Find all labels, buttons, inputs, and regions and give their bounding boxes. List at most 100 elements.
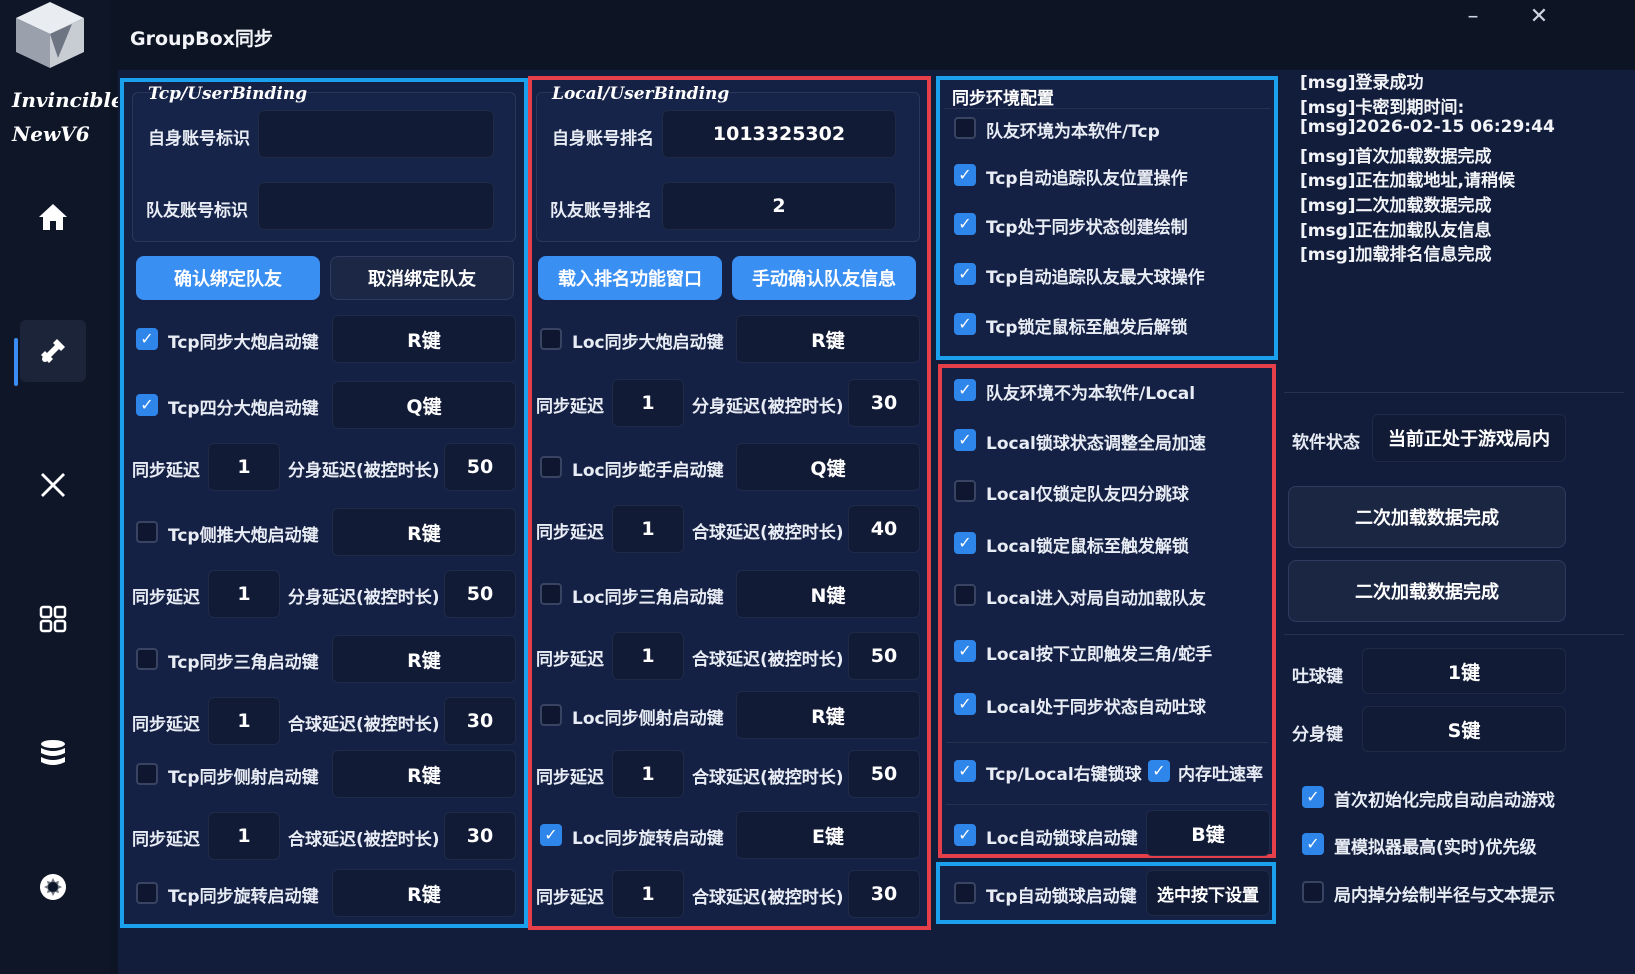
local-delay-input[interactable]: 1 [612,379,684,427]
right-key-lock-checkbox[interactable] [954,760,976,782]
local-row-checkbox[interactable] [540,704,562,726]
tcp-delay-input[interactable]: 1 [208,443,280,491]
tcp-self-input[interactable] [258,110,494,158]
local-delay2-label: 合球延迟(被控时长) [692,650,844,670]
local-env-option-checkbox[interactable] [954,429,976,451]
load-rank-button[interactable]: 载入排名功能窗口 [538,256,722,300]
tcp-row-key[interactable]: R键 [332,315,516,363]
tcp-self-label: 自身账号标识 [148,129,250,149]
auto-lock-key[interactable]: B键 [1146,810,1270,856]
local-delay2-input[interactable]: 30 [848,870,920,918]
tcp-delay2-input[interactable]: 30 [444,812,516,860]
tcp-row-checkbox[interactable] [136,763,158,785]
spit-key-field[interactable]: 1键 [1362,648,1566,694]
local-env-option-checkbox[interactable] [954,532,976,554]
log-line: [msg]2026-02-15 06:29:44 [1300,117,1555,138]
sync-env-option-label: Tcp处于同步状态创建绘制 [986,218,1188,238]
mem-spit-checkbox[interactable] [1148,760,1170,782]
tcp-row-checkbox[interactable] [136,328,158,350]
local-env-option-checkbox[interactable] [954,584,976,606]
local-env-option-checkbox[interactable] [954,379,976,401]
sync-env-option-label: Tcp锁定鼠标至触发后解锁 [986,318,1188,338]
tcp-row-checkbox[interactable] [136,521,158,543]
local-row-key[interactable]: R键 [736,315,920,363]
close-button[interactable]: ✕ [1524,4,1554,30]
local-delay2-input[interactable]: 50 [848,632,920,680]
local-row-key[interactable]: E键 [736,811,920,859]
local-env-divider2 [946,804,1268,805]
local-delay-label: 同步延迟 [536,523,604,543]
tcp-delay2-input[interactable]: 30 [444,697,516,745]
tcp-row-key[interactable]: R键 [332,750,516,798]
tcp-row-label: Tcp同步三角启动键 [168,653,319,673]
tcp-row-key[interactable]: R键 [332,635,516,683]
local-delay2-input[interactable]: 30 [848,379,920,427]
nav-tools[interactable] [20,454,86,516]
local-row-key[interactable]: R键 [736,691,920,739]
startup-option-checkbox[interactable] [1302,881,1324,903]
tcp-row-key[interactable]: Q键 [332,381,516,429]
tcp-row-checkbox[interactable] [136,394,158,416]
local-self-input[interactable]: 1013325302 [662,110,896,158]
tcp-auto-lock-key[interactable]: 选中按下设置 [1146,870,1270,916]
local-mate-input[interactable]: 2 [662,182,896,230]
tcp-row-key[interactable]: R键 [332,869,516,917]
local-row-key[interactable]: N键 [736,570,920,618]
tcp-delay2-input[interactable]: 50 [444,443,516,491]
local-delay-input[interactable]: 1 [612,750,684,798]
auto-lock-checkbox[interactable] [954,824,976,846]
log-line: [msg]首次加载数据完成 [1300,146,1492,167]
local-env-option-label: Local按下立即触发三角/蛇手 [986,645,1213,665]
tcp-delay-input[interactable]: 1 [208,570,280,618]
confirm-bind-button[interactable]: 确认绑定队友 [136,256,320,300]
local-row-label: Loc同步大炮启动键 [572,333,724,353]
local-env-option-checkbox[interactable] [954,693,976,715]
nav-database[interactable] [20,722,86,784]
sync-env-option-checkbox[interactable] [954,213,976,235]
log-line: [msg]加载排名信息完成 [1300,245,1492,266]
local-env-option-checkbox[interactable] [954,640,976,662]
tcp-delay-input[interactable]: 1 [208,697,280,745]
nav-apps[interactable] [20,588,86,650]
minimize-button[interactable]: – [1458,4,1488,30]
sync-env-option-checkbox[interactable] [954,263,976,285]
local-row-checkbox[interactable] [540,583,562,605]
local-row-checkbox[interactable] [540,824,562,846]
spit-key-label: 吐球键 [1292,667,1343,687]
sync-env-option-checkbox[interactable] [954,164,976,186]
local-env-option-checkbox[interactable] [954,480,976,502]
local-row-key[interactable]: Q键 [736,443,920,491]
local-delay2-input[interactable]: 50 [848,750,920,798]
startup-option-checkbox[interactable] [1302,786,1324,808]
tcp-delay-input[interactable]: 1 [208,812,280,860]
local-delay2-label: 合球延迟(被控时长) [692,768,844,788]
local-delay2-label: 合球延迟(被控时长) [692,523,844,543]
reload-button-2[interactable]: 二次加载数据完成 [1288,560,1566,622]
nav-settings[interactable] [20,856,86,918]
tcp-delay2-label: 合球延迟(被控时长) [288,715,440,735]
split-key-field[interactable]: S键 [1362,706,1566,752]
cancel-bind-button[interactable]: 取消绑定队友 [330,256,514,300]
tcp-row-checkbox[interactable] [136,882,158,904]
local-row-checkbox[interactable] [540,328,562,350]
local-delay-input[interactable]: 1 [612,870,684,918]
local-delay2-input[interactable]: 40 [848,505,920,553]
local-delay-input[interactable]: 1 [612,632,684,680]
tcp-delay-label: 同步延迟 [132,830,200,850]
local-row-checkbox[interactable] [540,456,562,478]
reload-button-1[interactable]: 二次加载数据完成 [1288,486,1566,548]
tcp-auto-lock-checkbox[interactable] [954,882,976,904]
startup-option-checkbox[interactable] [1302,833,1324,855]
nav-home[interactable] [20,186,86,248]
right-key-lock-label: Tcp/Local右键锁球 [986,765,1142,785]
manual-confirm-button[interactable]: 手动确认队友信息 [732,256,916,300]
tcp-row-key[interactable]: R键 [332,508,516,556]
local-delay-label: 同步延迟 [536,768,604,788]
nav-sync[interactable] [20,320,86,382]
sync-env-option-checkbox[interactable] [954,117,976,139]
tcp-mate-input[interactable] [258,182,494,230]
tcp-delay2-input[interactable]: 50 [444,570,516,618]
sync-env-option-checkbox[interactable] [954,313,976,335]
local-delay-input[interactable]: 1 [612,505,684,553]
tcp-row-checkbox[interactable] [136,648,158,670]
